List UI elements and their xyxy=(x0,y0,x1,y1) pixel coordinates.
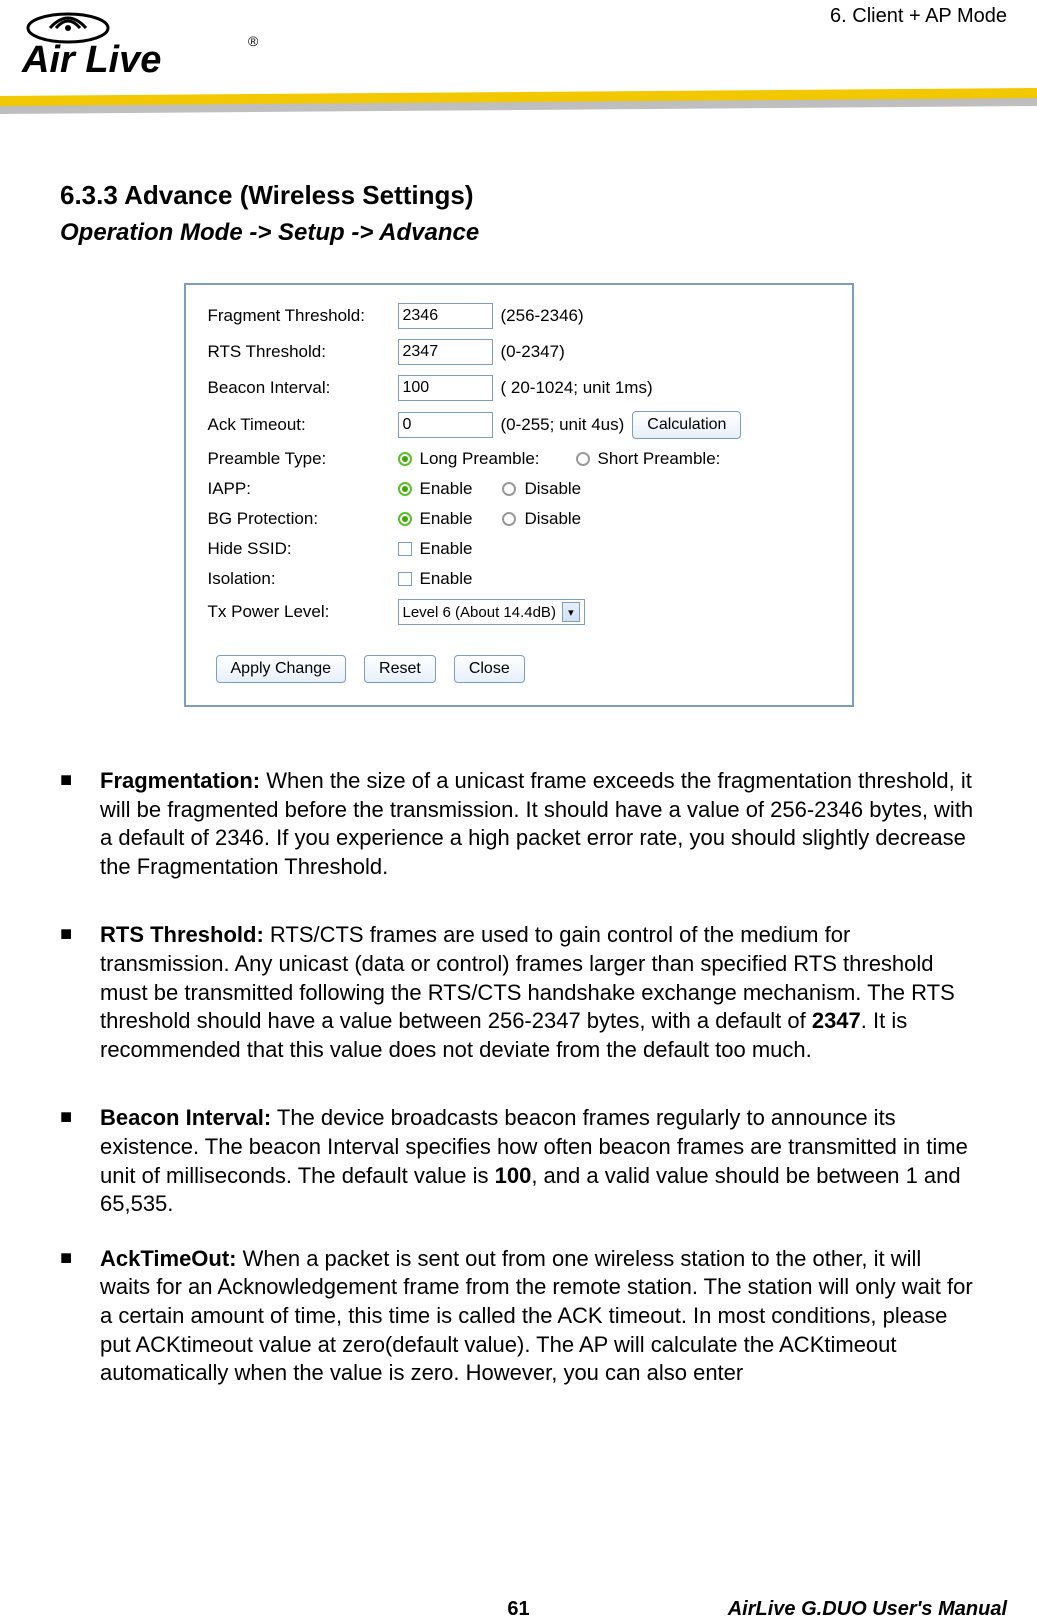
close-button[interactable]: Close xyxy=(454,655,525,683)
beacon-interval-label: Beacon Interval: xyxy=(208,378,398,398)
bg-enable-radio[interactable] xyxy=(398,512,412,526)
tx-power-selected: Level 6 (About 14.4dB) xyxy=(403,604,556,621)
airlive-logo: Air Live ® xyxy=(20,10,280,85)
long-preamble-radio[interactable] xyxy=(398,452,412,466)
iapp-disable-radio[interactable] xyxy=(502,482,516,496)
long-preamble-text: Long Preamble: xyxy=(420,449,540,469)
breadcrumb: Operation Mode -> Setup -> Advance xyxy=(60,219,977,247)
bullet-square-icon: ■ xyxy=(60,767,100,881)
section-title: 6.3.3 Advance (Wireless Settings) xyxy=(60,180,977,211)
beacon-title: Beacon Interval: xyxy=(100,1105,271,1130)
fragment-threshold-range: (256-2346) xyxy=(501,306,584,326)
header-band xyxy=(0,88,1037,116)
reset-button[interactable]: Reset xyxy=(364,655,436,683)
rts-threshold-label: RTS Threshold: xyxy=(208,342,398,362)
svg-text:®: ® xyxy=(248,33,259,49)
svg-text:Air Live: Air Live xyxy=(21,39,161,80)
rts-threshold-input[interactable] xyxy=(398,339,493,365)
fragment-threshold-label: Fragment Threshold: xyxy=(208,306,398,326)
hide-ssid-label: Hide SSID: xyxy=(208,539,398,559)
bullet-fragmentation: ■ Fragmentation: When the size of a unic… xyxy=(60,767,977,881)
bg-disable-radio[interactable] xyxy=(502,512,516,526)
bullet-square-icon: ■ xyxy=(60,1245,100,1388)
bullet-rts: ■ RTS Threshold: RTS/CTS frames are used… xyxy=(60,921,977,1064)
beacon-bold: 100 xyxy=(495,1163,532,1188)
iapp-label: IAPP: xyxy=(208,479,398,499)
ack-timeout-input[interactable] xyxy=(398,412,493,438)
isolation-label: Isolation: xyxy=(208,569,398,589)
bg-protection-label: BG Protection: xyxy=(208,509,398,529)
ack-timeout-label: Ack Timeout: xyxy=(208,415,398,435)
rts-title: RTS Threshold: xyxy=(100,922,264,947)
bullet-ack: ■ AckTimeOut: When a packet is sent out … xyxy=(60,1245,977,1388)
calculation-button[interactable]: Calculation xyxy=(632,411,741,439)
fragment-threshold-input[interactable] xyxy=(398,303,493,329)
iapp-disable-text: Disable xyxy=(524,479,581,499)
chevron-down-icon: ▾ xyxy=(562,602,580,622)
ack-timeout-range: (0-255; unit 4us) xyxy=(501,415,625,435)
rts-threshold-range: (0-2347) xyxy=(501,342,565,362)
short-preamble-radio[interactable] xyxy=(576,452,590,466)
bullet-beacon: ■ Beacon Interval: The device broadcasts… xyxy=(60,1104,977,1218)
advance-settings-dialog: Fragment Threshold: (256-2346) RTS Thres… xyxy=(184,283,854,707)
rts-bold: 2347 xyxy=(812,1008,861,1033)
chapter-label: 6. Client + AP Mode xyxy=(830,5,1007,28)
short-preamble-text: Short Preamble: xyxy=(598,449,721,469)
ack-title: AckTimeOut: xyxy=(100,1246,237,1271)
apply-change-button[interactable]: Apply Change xyxy=(216,655,347,683)
iapp-enable-text: Enable xyxy=(420,479,473,499)
preamble-type-label: Preamble Type: xyxy=(208,449,398,469)
fragmentation-title: Fragmentation: xyxy=(100,768,260,793)
bullet-square-icon: ■ xyxy=(60,921,100,1064)
page-header: Air Live ® 6. Client + AP Mode xyxy=(0,0,1037,120)
bg-disable-text: Disable xyxy=(524,509,581,529)
bg-enable-text: Enable xyxy=(420,509,473,529)
beacon-interval-input[interactable] xyxy=(398,375,493,401)
beacon-interval-range: ( 20-1024; unit 1ms) xyxy=(501,378,653,398)
hide-ssid-enable-text: Enable xyxy=(420,539,473,559)
bullet-square-icon: ■ xyxy=(60,1104,100,1218)
hide-ssid-checkbox[interactable] xyxy=(398,542,412,556)
isolation-checkbox[interactable] xyxy=(398,572,412,586)
tx-power-label: Tx Power Level: xyxy=(208,602,398,622)
iapp-enable-radio[interactable] xyxy=(398,482,412,496)
isolation-enable-text: Enable xyxy=(420,569,473,589)
tx-power-select[interactable]: Level 6 (About 14.4dB) ▾ xyxy=(398,599,585,625)
